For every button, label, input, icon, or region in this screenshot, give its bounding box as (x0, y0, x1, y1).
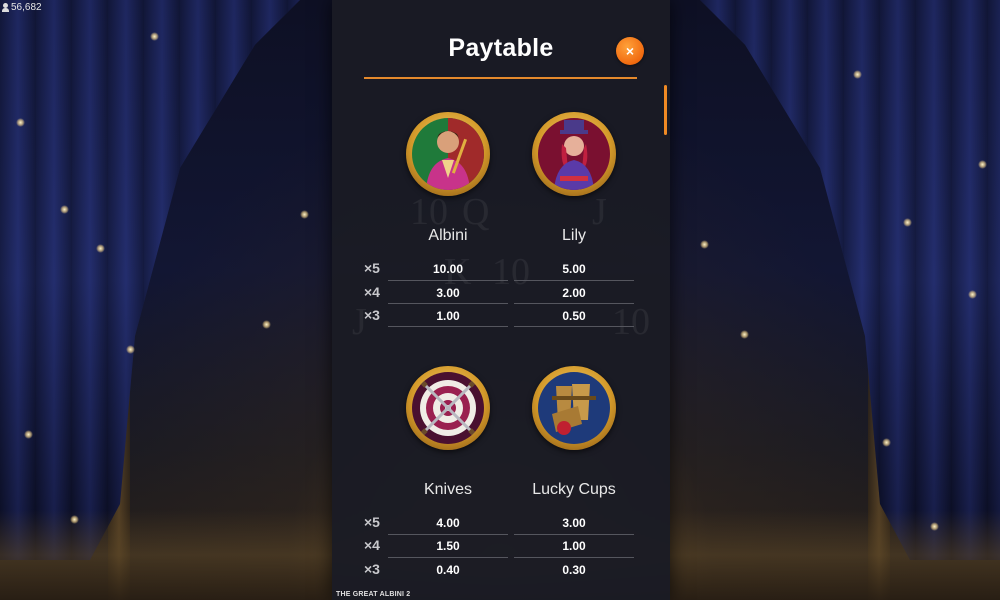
curtain-right (700, 0, 1000, 560)
multiplier-label: ×4 (364, 537, 380, 553)
multiplier-label: ×5 (364, 260, 380, 276)
knives-symbol-icon (406, 366, 490, 450)
pay-value: 1.50 (436, 539, 460, 553)
light-bulb (930, 522, 939, 531)
light-bulb (968, 290, 977, 299)
row-divider (388, 557, 508, 558)
row-divider (514, 534, 634, 535)
multiplier-label: ×4 (364, 284, 380, 300)
row-divider (514, 326, 634, 327)
pay-value: 1.00 (436, 309, 460, 323)
light-bulb (300, 210, 309, 219)
row-divider (388, 303, 508, 304)
close-button[interactable]: × (616, 37, 644, 65)
pay-value: 5.00 (562, 262, 586, 276)
symbol-label-lily: Lily (561, 227, 586, 244)
pay-value: 3.00 (436, 286, 460, 300)
row-divider (514, 303, 634, 304)
symbol-label-albini: Albini (428, 227, 468, 244)
title-divider (364, 77, 637, 79)
row-divider (514, 557, 634, 558)
multiplier-label: ×3 (364, 307, 380, 323)
paytable-modal: 10 Q J K 10 10 J Q Paytable × (332, 0, 670, 600)
pay-value: 1.00 (562, 539, 586, 553)
albini-symbol-icon (406, 112, 490, 196)
row-divider (514, 280, 634, 281)
viewer-counter: 56,682 (2, 2, 42, 13)
symbol-label-lucky-cups: Lucky Cups (532, 481, 616, 498)
light-bulb (262, 320, 271, 329)
pay-value: 2.00 (562, 286, 586, 300)
light-bulb (700, 240, 709, 249)
light-bulb (70, 515, 79, 524)
row-divider (388, 326, 508, 327)
light-bulb (96, 244, 105, 253)
light-bulb (882, 438, 891, 447)
close-icon: × (625, 43, 635, 59)
light-bulb (24, 430, 33, 439)
curtain-left (0, 0, 300, 560)
pay-value: 0.30 (562, 563, 586, 577)
pay-value: 0.50 (562, 309, 586, 323)
light-bulb (740, 330, 749, 339)
light-bulb (126, 345, 135, 354)
ghost-reels-background: 10 Q J K 10 10 J Q (352, 191, 650, 423)
scrollbar-thumb[interactable] (664, 85, 667, 135)
game-title-footer: THE GREAT ALBINI 2 (336, 591, 411, 598)
light-bulb (853, 70, 862, 79)
light-bulb (903, 218, 912, 227)
viewer-count: 56,682 (11, 2, 42, 13)
pay-value: 0.40 (436, 563, 460, 577)
lucky-cups-symbol-icon (532, 366, 616, 450)
pay-value: 4.00 (436, 516, 460, 530)
pay-value: 10.00 (432, 262, 464, 276)
light-bulb (60, 205, 69, 214)
light-bulb (150, 32, 159, 41)
light-bulb (978, 160, 987, 169)
row-divider (388, 534, 508, 535)
row-divider (388, 280, 508, 281)
symbol-label-knives: Knives (423, 481, 473, 498)
light-bulb (16, 118, 25, 127)
person-icon (2, 3, 9, 12)
multiplier-label: ×3 (364, 561, 380, 577)
lily-symbol-icon (532, 112, 616, 196)
pay-value: 3.00 (562, 516, 586, 530)
multiplier-label: ×5 (364, 514, 380, 530)
